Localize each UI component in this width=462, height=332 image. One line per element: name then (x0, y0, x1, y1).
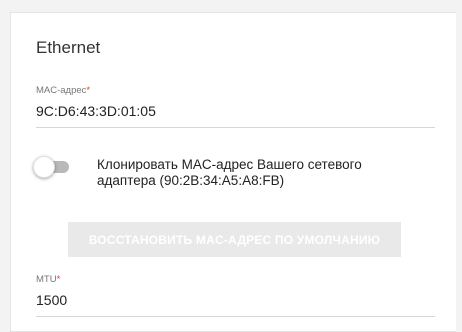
mtu-field: MTU* (36, 274, 435, 317)
clone-mac-toggle[interactable] (33, 156, 71, 178)
mtu-label-text: MTU (36, 274, 57, 285)
mac-address-label: MAC-адрес* (36, 85, 435, 97)
toggle-knob (33, 156, 55, 178)
mac-address-field: MAC-адрес* (36, 85, 435, 128)
mac-address-input[interactable] (36, 97, 435, 128)
required-mark: * (56, 274, 61, 285)
mtu-input[interactable] (36, 286, 435, 317)
mtu-label: MTU* (36, 274, 435, 286)
clone-mac-label: Клонировать MAC-адрес Вашего сетевого ад… (97, 157, 362, 188)
mac-address-label-text: MAC-адрес (36, 85, 87, 96)
ethernet-settings-card: Ethernet MAC-адрес* Клонировать MAC-адре… (10, 12, 456, 332)
section-title: Ethernet (36, 38, 101, 57)
restore-default-mac-button[interactable]: ВОССТАНОВИТЬ MAC-АДРЕС ПО УМОЛЧАНИЮ (68, 222, 401, 257)
required-mark: * (86, 85, 91, 96)
